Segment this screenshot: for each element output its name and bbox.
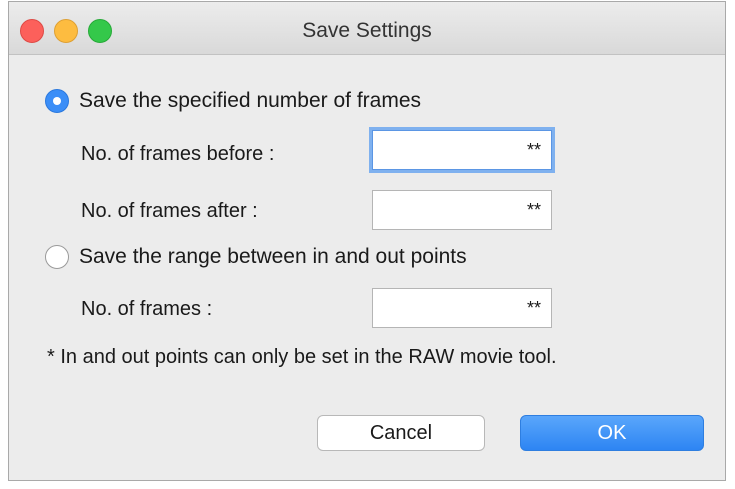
cancel-button[interactable]: Cancel	[317, 415, 485, 451]
note-text: * In and out points can only be set in t…	[47, 346, 557, 368]
window-title: Save Settings	[302, 19, 432, 42]
frames-before-input[interactable]: **	[372, 130, 552, 170]
frames-before-label: No. of frames before :	[81, 143, 275, 165]
frames-after-label: No. of frames after :	[81, 200, 258, 222]
radio-unselected-icon[interactable]	[45, 245, 69, 269]
title-bar[interactable]: Save Settings	[9, 2, 725, 55]
radio-range-label: Save the range between in and out points	[79, 245, 467, 268]
frames-after-input[interactable]: **	[372, 190, 552, 230]
save-settings-dialog: Save Settings Save the specified number …	[8, 1, 726, 481]
radio-range-in-out[interactable]: Save the range between in and out points	[45, 242, 467, 272]
radio-specified-frames[interactable]: Save the specified number of frames	[45, 86, 421, 116]
frames-label: No. of frames :	[81, 298, 213, 320]
radio-selected-icon[interactable]	[45, 89, 69, 113]
radio-specified-label: Save the specified number of frames	[79, 89, 422, 112]
frames-input[interactable]: **	[372, 288, 552, 328]
ok-button[interactable]: OK	[520, 415, 704, 451]
